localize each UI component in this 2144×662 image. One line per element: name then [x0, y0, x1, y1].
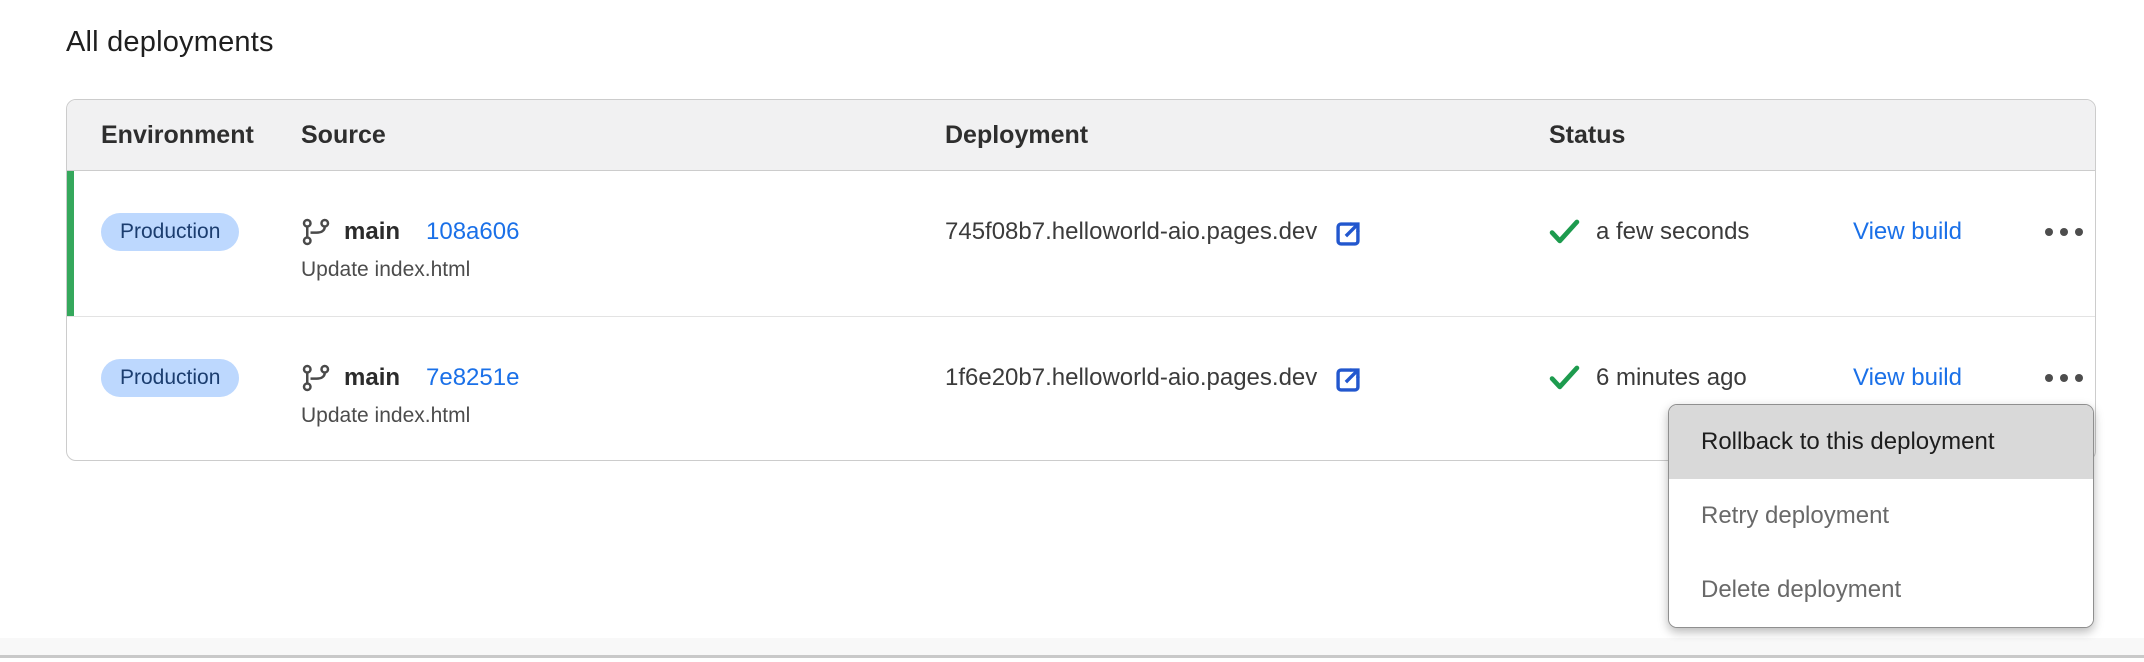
page-bottom-divider — [0, 655, 2144, 658]
menu-item-retry[interactable]: Retry deployment — [1669, 479, 2093, 553]
row-actions-context-menu: Rollback to this deployment Retry deploy… — [1668, 404, 2094, 628]
column-header-source: Source — [301, 121, 945, 150]
page-bottom-band — [0, 638, 2144, 655]
view-build-link[interactable]: View build — [1853, 364, 1962, 392]
status-time: a few seconds — [1596, 218, 1749, 246]
menu-item-delete[interactable]: Delete deployment — [1669, 553, 2093, 627]
git-branch-icon — [301, 217, 331, 247]
menu-item-rollback[interactable]: Rollback to this deployment — [1669, 405, 2093, 479]
success-check-icon — [1549, 219, 1580, 245]
branch-name: main — [344, 218, 400, 246]
row-actions-ellipsis-button[interactable] — [2043, 210, 2085, 254]
commit-link[interactable]: 7e8251e — [426, 364, 519, 392]
environment-badge: Production — [101, 359, 239, 397]
column-header-deployment: Deployment — [945, 121, 1549, 150]
commit-link[interactable]: 108a606 — [426, 218, 519, 246]
git-branch-icon — [301, 363, 331, 393]
row-actions-ellipsis-button[interactable] — [2043, 356, 2085, 400]
column-header-environment: Environment — [101, 121, 301, 150]
deployment-url: 745f08b7.helloworld-aio.pages.dev — [945, 218, 1317, 246]
success-check-icon — [1549, 365, 1580, 391]
external-link-icon[interactable] — [1331, 363, 1365, 397]
environment-badge: Production — [101, 213, 239, 251]
deployment-url: 1f6e20b7.helloworld-aio.pages.dev — [945, 364, 1317, 392]
branch-name: main — [344, 364, 400, 392]
column-header-status: Status — [1549, 121, 1853, 150]
commit-message: Update index.html — [301, 258, 945, 282]
external-link-icon[interactable] — [1331, 217, 1365, 251]
status-time: 6 minutes ago — [1596, 364, 1747, 392]
table-row: Production main 108a606 Update index.htm… — [67, 171, 2095, 316]
commit-message: Update index.html — [301, 404, 945, 428]
table-header-row: Environment Source Deployment Status — [67, 100, 2095, 171]
view-build-link[interactable]: View build — [1853, 218, 1962, 246]
page-title: All deployments — [66, 26, 274, 59]
